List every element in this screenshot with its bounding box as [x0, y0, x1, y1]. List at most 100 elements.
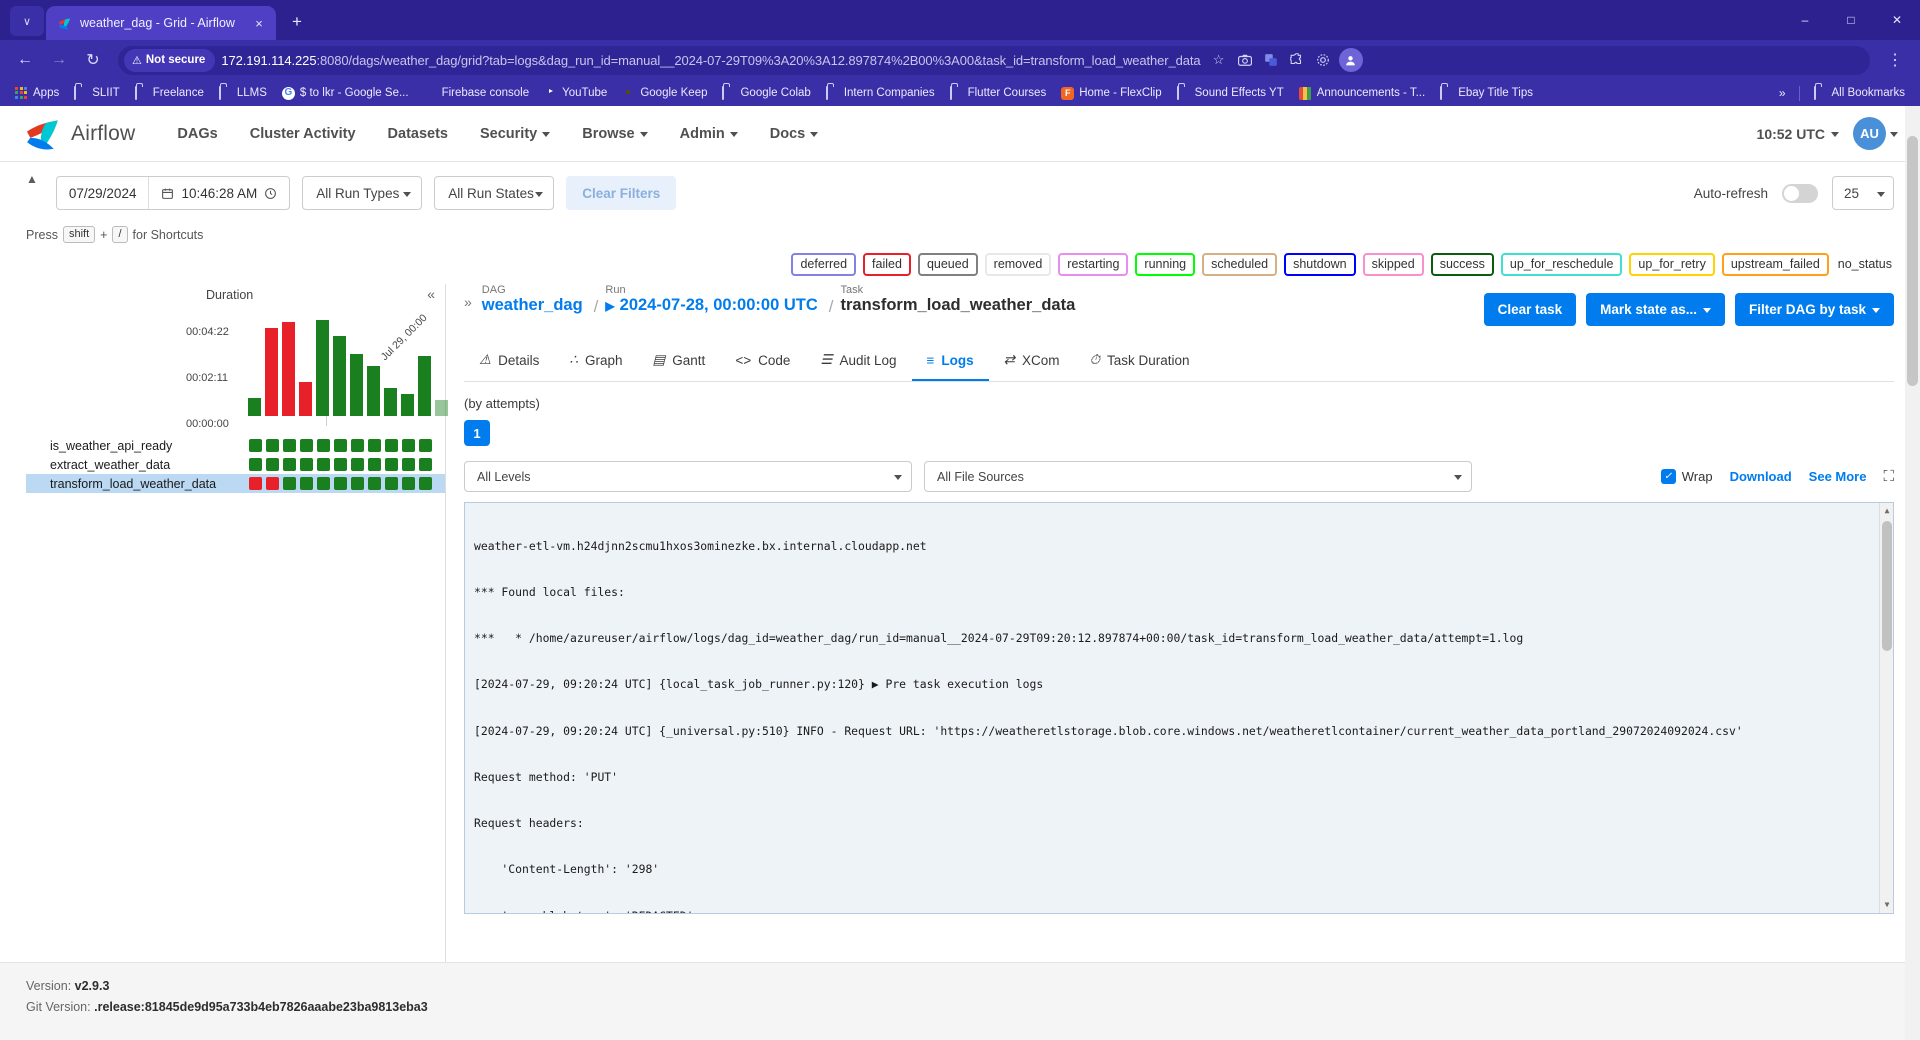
new-tab-button[interactable]: +	[284, 9, 310, 35]
nav-item-browse[interactable]: Browse	[566, 118, 663, 150]
task-instance-square[interactable]	[368, 439, 381, 452]
task-instance-square[interactable]	[385, 458, 398, 471]
duration-bar[interactable]	[367, 366, 380, 416]
task-instance-square[interactable]	[283, 458, 296, 471]
duration-bar[interactable]	[282, 322, 295, 416]
task-instance-square[interactable]	[317, 477, 330, 490]
run-datetime-picker[interactable]: 07/29/2024 10:46:28 AM	[55, 176, 291, 210]
log-scrollbar[interactable]: ▲ ▼	[1879, 503, 1893, 913]
task-row-is-weather-api-ready[interactable]: is_weather_api_ready	[26, 436, 445, 455]
status-badge-up-for-reschedule[interactable]: up_for_reschedule	[1500, 253, 1623, 276]
task-instance-square[interactable]	[419, 439, 432, 452]
bookmark-intern-companies[interactable]: Intern Companies	[819, 85, 942, 102]
tab-search-button[interactable]: ∨	[10, 6, 44, 36]
task-instance-square[interactable]	[385, 477, 398, 490]
download-logs-link[interactable]: Download	[1730, 469, 1792, 484]
all-bookmarks-button[interactable]: All Bookmarks	[1807, 85, 1913, 102]
bookmark-ebay-title-tips[interactable]: Ebay Title Tips	[1433, 85, 1540, 102]
task-instance-square[interactable]	[300, 477, 313, 490]
avatar[interactable]	[1338, 48, 1363, 72]
collapse-dag-header-icon[interactable]: ▲	[26, 172, 38, 186]
task-instance-square[interactable]	[402, 439, 415, 452]
clear-task-button[interactable]: Clear task	[1483, 293, 1577, 326]
bookmark-home-flexclip[interactable]: F Home - FlexClip	[1054, 85, 1168, 102]
bookmark-announcements[interactable]: Announcements - T...	[1292, 85, 1432, 102]
bookmark-youtube[interactable]: YouTube	[537, 85, 614, 102]
camera-icon[interactable]	[1233, 48, 1257, 72]
task-instance-square[interactable]	[300, 439, 313, 452]
status-badge-scheduled[interactable]: scheduled	[1202, 253, 1278, 276]
duration-bar[interactable]	[248, 398, 261, 416]
tab-graph[interactable]: ∴ Graph	[554, 342, 637, 381]
bookmark-firebase-console[interactable]: Firebase console	[417, 85, 537, 102]
collapse-grid-icon[interactable]: «	[427, 286, 435, 302]
task-instance-square[interactable]	[283, 439, 296, 452]
run-state-select[interactable]: All Run States	[434, 176, 555, 210]
duration-bar[interactable]	[350, 354, 363, 416]
task-instance-square[interactable]	[402, 458, 415, 471]
gear-icon[interactable]	[1311, 48, 1335, 72]
wrap-checkbox[interactable]: ✓ Wrap	[1660, 469, 1713, 484]
num-runs-select[interactable]: 25	[1832, 176, 1894, 210]
duration-bar[interactable]	[333, 336, 346, 416]
duration-bar[interactable]	[265, 328, 278, 416]
time-segment[interactable]: 10:46:28 AM	[149, 177, 289, 209]
task-instance-square[interactable]	[283, 477, 296, 490]
task-row-extract-weather-data[interactable]: extract_weather_data	[26, 455, 445, 474]
address-bar[interactable]: ⚠ Not secure 172.191.114.225:8080/dags/w…	[118, 45, 1870, 75]
not-secure-badge[interactable]: ⚠ Not secure	[124, 48, 216, 72]
task-instance-square[interactable]	[368, 477, 381, 490]
status-badge-up-for-retry[interactable]: up_for_retry	[1629, 253, 1715, 276]
status-badge-running[interactable]: running	[1135, 253, 1196, 276]
expand-panel-icon[interactable]: »	[464, 294, 472, 310]
status-badge-queued[interactable]: queued	[917, 253, 978, 276]
tab-logs[interactable]: ≡ Logs	[911, 343, 989, 381]
tab-xcom[interactable]: ⇄ XCom	[989, 342, 1075, 381]
minimize-button[interactable]: –	[1782, 0, 1828, 40]
task-instance-square[interactable]	[334, 458, 347, 471]
page-scrollbar-thumb[interactable]	[1907, 136, 1918, 386]
fullscreen-icon[interactable]: ⛶	[1883, 468, 1894, 485]
task-instance-square[interactable]	[300, 458, 313, 471]
user-menu[interactable]: AU	[1853, 117, 1898, 150]
task-instance-square[interactable]	[266, 439, 279, 452]
bookmark-google-keep[interactable]: Google Keep	[615, 85, 714, 102]
breadcrumb-dag[interactable]: DAG weather_dag	[482, 284, 583, 315]
log-content[interactable]: weather-etl-vm.h24djnn2scmu1hxos3ominezk…	[464, 502, 1894, 914]
bookmark-sound-effects-yt[interactable]: Sound Effects YT	[1170, 85, 1291, 102]
task-instance-square[interactable]	[419, 458, 432, 471]
bookmarks-overflow-icon[interactable]: »	[1773, 84, 1792, 102]
file-source-select[interactable]: All File Sources	[924, 461, 1472, 492]
nav-item-admin[interactable]: Admin	[664, 118, 754, 150]
mark-state-button[interactable]: Mark state as...	[1586, 293, 1725, 326]
log-level-select[interactable]: All Levels	[464, 461, 912, 492]
browser-menu-icon[interactable]: ⋮	[1880, 45, 1910, 75]
task-instance-square[interactable]	[351, 477, 364, 490]
bookmark-star-icon[interactable]: ☆	[1207, 48, 1231, 72]
task-instance-square[interactable]	[249, 477, 262, 490]
bookmark-google-colab[interactable]: Google Colab	[715, 85, 817, 102]
see-more-link[interactable]: See More	[1809, 469, 1867, 484]
clear-filters-button[interactable]: Clear Filters	[566, 176, 677, 210]
status-badge-upstream-failed[interactable]: upstream_failed	[1721, 253, 1829, 276]
scroll-up-icon[interactable]: ▲	[1880, 503, 1893, 519]
bookmark-flutter-courses[interactable]: Flutter Courses	[943, 85, 1054, 102]
duration-bar[interactable]	[435, 400, 448, 416]
forward-icon[interactable]: →	[44, 45, 74, 75]
nav-item-docs[interactable]: Docs	[754, 118, 834, 150]
status-badge-shutdown[interactable]: shutdown	[1284, 253, 1356, 276]
task-instance-square[interactable]	[351, 439, 364, 452]
status-badge-no-status[interactable]: no_status	[1835, 255, 1894, 274]
task-instance-square[interactable]	[419, 477, 432, 490]
task-instance-square[interactable]	[385, 439, 398, 452]
nav-item-cluster-activity[interactable]: Cluster Activity	[234, 118, 372, 150]
task-instance-square[interactable]	[249, 439, 262, 452]
duration-bar[interactable]	[316, 320, 329, 416]
status-badge-success[interactable]: success	[1430, 253, 1494, 276]
task-instance-square[interactable]	[266, 477, 279, 490]
duration-bar[interactable]	[401, 394, 414, 416]
scroll-down-icon[interactable]: ▼	[1880, 897, 1893, 913]
run-type-select[interactable]: All Run Types	[302, 176, 423, 210]
duration-bar[interactable]	[418, 356, 431, 416]
tab-details[interactable]: ⚠ Details	[464, 342, 554, 381]
